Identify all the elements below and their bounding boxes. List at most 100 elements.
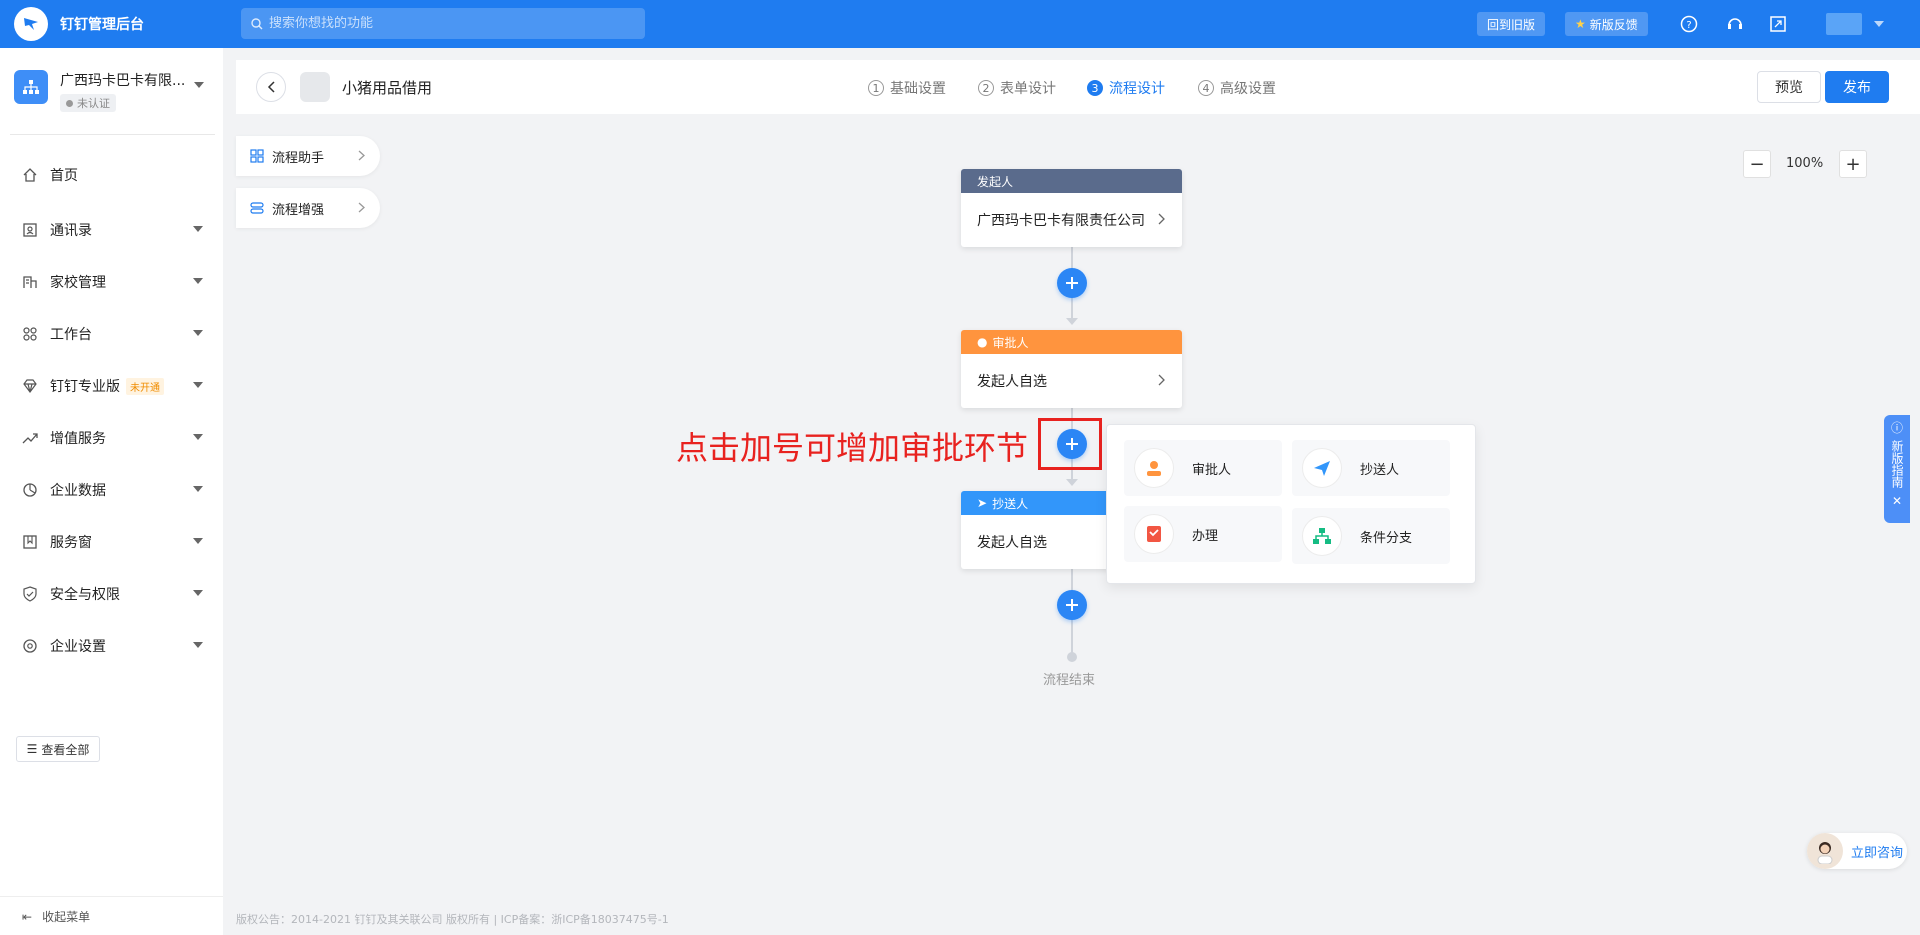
help-icon[interactable]: ? (1678, 13, 1700, 35)
fullscreen-icon[interactable] (1767, 13, 1789, 35)
close-icon[interactable]: ✕ (1892, 494, 1902, 508)
sidebar-item-label: 通讯录 (50, 223, 92, 239)
approver-icon (1134, 448, 1174, 488)
sidebar-item-workbench[interactable]: 工作台 (0, 314, 223, 354)
chevron-down-icon (193, 330, 203, 336)
chevron-right-icon (358, 150, 365, 161)
tab-advanced-settings[interactable]: 4 高级设置 (1198, 78, 1276, 98)
settings-icon (22, 638, 38, 654)
node-header: ● 审批人 (961, 330, 1182, 354)
plus-icon (1066, 599, 1078, 611)
send-icon: ➤ (977, 496, 988, 510)
approver-node[interactable]: ● 审批人 发起人自选 (961, 330, 1182, 408)
logo[interactable]: 钉钉管理后台 (14, 7, 144, 41)
footer-copyright: 版权公告：2014-2021 钉钉及其关联公司 版权所有 | ICP备案：浙IC… (236, 913, 669, 926)
list-icon: ☰ (26, 742, 38, 756)
end-dot (1067, 652, 1077, 662)
sidebar-item-contacts[interactable]: 通讯录 (0, 210, 223, 250)
chevron-down-icon (193, 590, 203, 596)
sidebar-item-label: 服务窗 (50, 535, 92, 551)
add-node-popover: 审批人 抄送人 办理 条件分支 (1106, 424, 1476, 584)
back-button[interactable] (256, 72, 286, 102)
arrow-down-icon (1066, 318, 1078, 325)
trend-icon (22, 430, 38, 446)
zoom-out-button[interactable]: − (1743, 150, 1771, 178)
chevron-left-icon (267, 81, 275, 93)
search-box[interactable] (241, 8, 645, 39)
sidebar-item-label: 工作台 (50, 327, 92, 343)
node-body: 广西玛卡巴卡有限责任公司 (961, 193, 1182, 247)
initiator-node[interactable]: 发起人 广西玛卡巴卡有限责任公司 (961, 169, 1182, 247)
annotation-text: 点击加号可增加审批环节 (676, 429, 1029, 467)
home-icon (22, 167, 38, 183)
consult-button[interactable]: 立即咨询 (1807, 833, 1907, 869)
back-to-old-button[interactable]: 回到旧版 (1477, 12, 1546, 36)
assistant-icon (250, 149, 264, 163)
tab-process-design[interactable]: 3 流程设计 (1087, 78, 1165, 98)
sidebar-item-security[interactable]: 安全与权限 (0, 574, 223, 614)
sidebar-item-home[interactable]: 首页 (0, 155, 223, 195)
user-avatar[interactable] (1826, 13, 1862, 35)
chevron-right-icon (1158, 213, 1165, 225)
zoom-in-button[interactable]: + (1839, 150, 1867, 178)
window-icon (22, 534, 38, 550)
feedback-button[interactable]: ★ 新版反馈 (1565, 12, 1648, 36)
search-input[interactable] (269, 16, 629, 31)
plus-icon (1066, 277, 1078, 289)
chevron-down-icon (193, 486, 203, 492)
add-cc-option[interactable]: 抄送人 (1292, 440, 1450, 496)
star-icon: ★ (1575, 17, 1586, 31)
headset-icon[interactable] (1724, 13, 1746, 35)
node-body: 发起人自选 (961, 354, 1182, 408)
form-title: 小猪用品借用 (342, 79, 433, 97)
chevron-down-icon (193, 642, 203, 648)
sidebar-item-settings[interactable]: 企业设置 (0, 626, 223, 666)
sidebar-item-pro[interactable]: 钉钉专业版 未开通 (0, 366, 223, 406)
school-icon (22, 274, 38, 290)
sidebar-item-label: 企业数据 (50, 483, 106, 499)
feedback-label: 新版反馈 (1589, 17, 1638, 32)
sidebar-item-label: 首页 (50, 168, 78, 184)
org-name: 广西玛卡巴卡有限... (60, 73, 186, 89)
publish-button[interactable]: 发布 (1825, 71, 1889, 103)
chevron-down-icon (193, 538, 203, 544)
add-approver-option[interactable]: 审批人 (1124, 440, 1282, 496)
svg-text:?: ? (1686, 20, 1691, 31)
sidebar-item-enterprise-data[interactable]: 企业数据 (0, 470, 223, 510)
zoom-level: 100% (1786, 156, 1824, 171)
chart-icon (22, 482, 38, 498)
sidebar-item-value-added[interactable]: 增值服务 (0, 418, 223, 458)
view-all-button[interactable]: ☰ 查看全部 (16, 736, 100, 762)
preview-button[interactable]: 预览 (1757, 71, 1821, 103)
process-enhance-button[interactable]: 流程增强 (236, 188, 380, 228)
org-status-badge: 未认证 (60, 94, 116, 112)
sidebar-item-service-window[interactable]: 服务窗 (0, 522, 223, 562)
add-handle-option[interactable]: 办理 (1124, 506, 1282, 562)
collapse-menu-button[interactable]: ⇤ 收起菜单 (22, 908, 90, 925)
chevron-right-icon (1158, 374, 1165, 386)
tab-basic-settings[interactable]: 1 基础设置 (868, 78, 946, 98)
send-icon (1302, 448, 1342, 488)
add-branch-option[interactable]: 条件分支 (1292, 508, 1450, 564)
add-node-button[interactable] (1057, 268, 1087, 298)
sidebar-item-label: 钉钉专业版 (50, 379, 120, 395)
agent-avatar (1807, 833, 1843, 869)
org-tree-icon (14, 70, 48, 104)
sidebar-item-label: 安全与权限 (50, 587, 120, 603)
chevron-right-icon (358, 202, 365, 213)
collapse-icon: ⇤ (22, 909, 33, 924)
grid-icon (22, 326, 38, 342)
new-guide-tab[interactable]: ⓘ 新版指南 ✕ (1884, 415, 1910, 523)
form-icon (300, 72, 330, 102)
add-node-button[interactable] (1057, 590, 1087, 620)
contacts-icon (22, 222, 38, 238)
divider (0, 896, 223, 897)
search-icon (251, 17, 263, 29)
org-switcher[interactable]: 广西玛卡巴卡有限... 未认证 (14, 70, 214, 120)
process-assistant-button[interactable]: 流程助手 (236, 136, 380, 176)
chevron-down-icon[interactable] (1868, 13, 1890, 35)
tab-form-design[interactable]: 2 表单设计 (978, 78, 1056, 98)
handle-icon (1134, 514, 1174, 554)
sidebar-item-school[interactable]: 家校管理 (0, 262, 223, 302)
node-header: 发起人 (961, 169, 1182, 193)
